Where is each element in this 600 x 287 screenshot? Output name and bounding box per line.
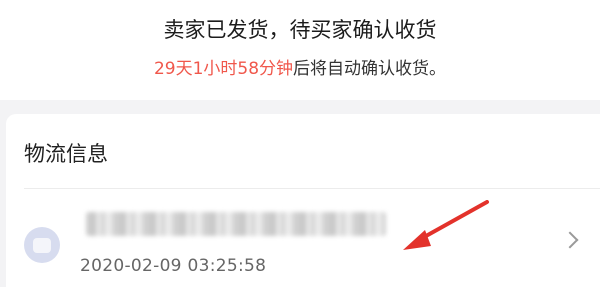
package-icon-inner	[33, 237, 51, 253]
divider	[24, 188, 600, 189]
annotation-arrow-icon	[403, 200, 489, 250]
package-icon	[24, 227, 60, 263]
auto-confirm-notice: 29天1小时58分钟后将自动确认收货。	[0, 54, 600, 79]
order-status-card: 卖家已发货，待买家确认收货 29天1小时58分钟后将自动确认收货。	[0, 0, 600, 100]
logistics-timestamp: 2020-02-09 03:25:58	[80, 256, 267, 276]
chevron-right-icon[interactable]	[561, 231, 579, 249]
blurred-logistics-detail	[86, 212, 386, 236]
logistics-section-title: 物流信息	[24, 142, 108, 166]
order-status-title: 卖家已发货，待买家确认收货	[163, 18, 437, 42]
countdown-text: 29天1小时58分钟	[153, 59, 294, 79]
logistics-card[interactable]: 物流信息 2020-02-09 03:25:58	[6, 114, 600, 287]
auto-confirm-suffix: 后将自动确认收货。	[293, 59, 447, 79]
